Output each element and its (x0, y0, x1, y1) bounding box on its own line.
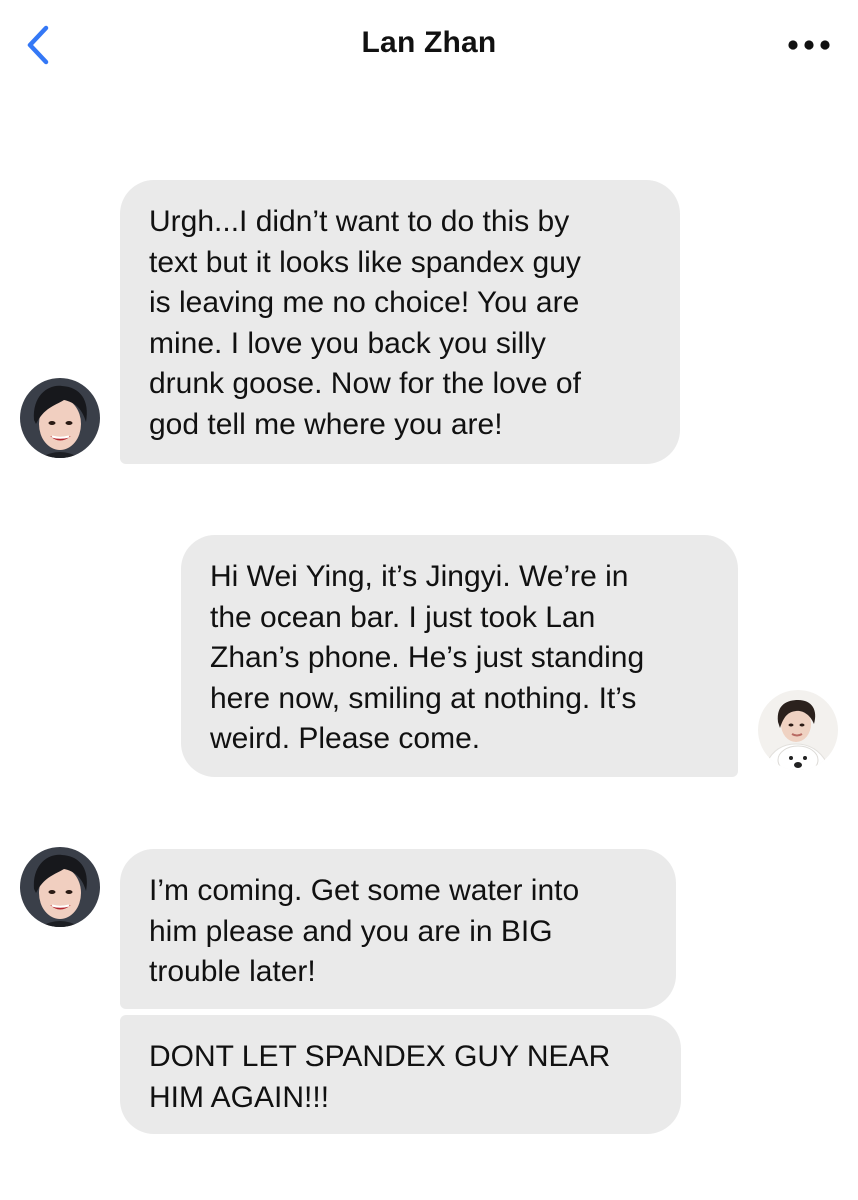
my-avatar-image (758, 690, 838, 770)
contact-avatar-image (20, 378, 100, 458)
message-text: Urgh...I didn’t want to do this by text … (149, 205, 581, 441)
incoming-message-bubble[interactable]: DONT LET SPANDEX GUY NEAR HIM AGAIN!!! (120, 1015, 681, 1134)
my-avatar[interactable] (758, 690, 838, 770)
incoming-message-bubble[interactable]: I’m coming. Get some water into him plea… (120, 849, 676, 1009)
outgoing-message-bubble[interactable]: Hi Wei Ying, it’s Jingyi. We’re in the o… (181, 535, 738, 777)
conversation-title[interactable]: Lan Zhan (0, 26, 858, 60)
message-text: DONT LET SPANDEX GUY NEAR HIM AGAIN!!! (149, 1040, 611, 1114)
message-text: I’m coming. Get some water into him plea… (149, 874, 580, 988)
contact-avatar-image (20, 847, 100, 927)
contact-avatar[interactable] (20, 378, 100, 458)
chat-header: Lan Zhan (0, 0, 858, 92)
incoming-message-bubble[interactable]: Urgh...I didn’t want to do this by text … (120, 180, 680, 464)
contact-avatar[interactable] (20, 847, 100, 927)
message-text: Hi Wei Ying, it’s Jingyi. We’re in the o… (210, 560, 645, 755)
ellipsis-icon (788, 40, 830, 50)
more-options-button[interactable] (786, 30, 832, 60)
